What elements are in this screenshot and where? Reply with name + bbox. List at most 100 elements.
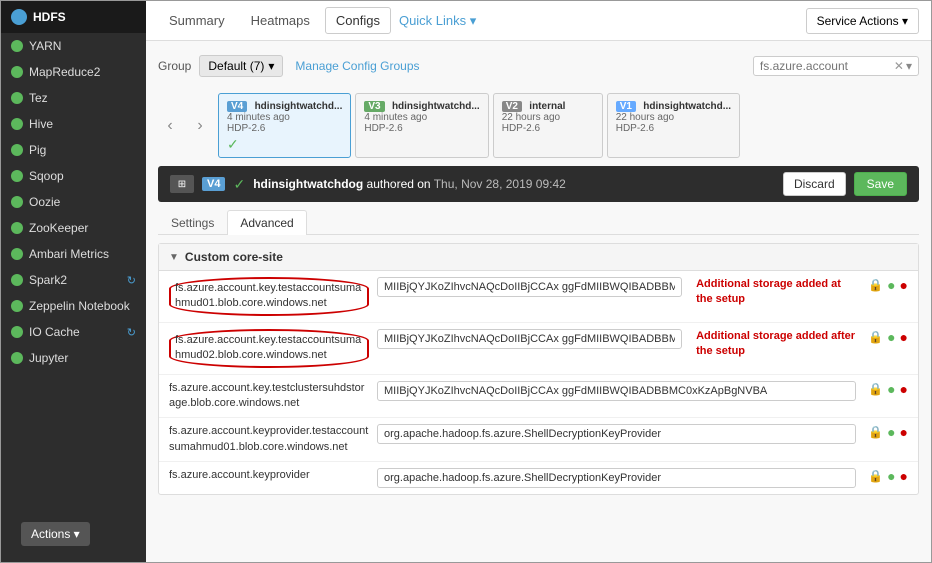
remove-icon[interactable]: ● <box>900 468 908 484</box>
search-clear-icon[interactable]: ✕ <box>894 59 904 73</box>
config-key: fs.azure.account.key.testaccountsumahmud… <box>169 329 369 368</box>
actions-button[interactable]: Actions ▾ <box>21 522 90 546</box>
version-name: hdinsightwatchd... <box>643 101 731 112</box>
sidebar-item-label: Sqoop <box>29 169 64 183</box>
group-select[interactable]: Default (7) ▾ <box>199 55 283 77</box>
service-actions-button[interactable]: Service Actions ▾ <box>806 8 919 34</box>
sidebar-header: HDFS <box>1 1 146 33</box>
sidebar-item-jupyter[interactable]: Jupyter <box>1 345 146 371</box>
sidebar-item-iocache[interactable]: IO Cache↻ <box>1 319 146 345</box>
sidebar-item-hive[interactable]: Hive <box>1 111 146 137</box>
config-row: fs.azure.account.keyprovider.testaccount… <box>159 418 918 462</box>
status-dot <box>11 92 23 104</box>
inner-tab-advanced[interactable]: Advanced <box>227 210 306 235</box>
version-name: hdinsightwatchd... <box>392 101 480 112</box>
status-dot <box>11 352 23 364</box>
lock-icon[interactable]: 🔒 <box>868 330 883 344</box>
search-input[interactable] <box>760 59 890 73</box>
sidebar-item-zeppelinnotebook[interactable]: Zeppelin Notebook <box>1 293 146 319</box>
section-header[interactable]: ▼ Custom core-site <box>159 244 918 271</box>
version-time: 4 minutes ago <box>364 112 479 123</box>
config-value-input[interactable] <box>377 277 682 297</box>
lock-icon[interactable]: 🔒 <box>868 382 883 396</box>
add-icon[interactable]: ● <box>887 468 895 484</box>
sidebar-item-mapreduce2[interactable]: MapReduce2 <box>1 59 146 85</box>
lock-icon[interactable]: 🔒 <box>868 469 883 483</box>
sidebar: HDFS YARN MapReduce2 Tez HivePig Sqoop Oozie Z… <box>1 1 146 562</box>
config-value-input[interactable] <box>377 468 856 488</box>
config-area: Group Default (7) ▾ Manage Config Groups… <box>146 41 931 562</box>
sidebar-item-label: ZooKeeper <box>29 221 88 235</box>
discard-button[interactable]: Discard <box>783 172 846 196</box>
lock-icon[interactable]: 🔒 <box>868 278 883 292</box>
prev-version-arrow[interactable]: ‹ <box>158 114 182 138</box>
config-value-input[interactable] <box>377 329 682 349</box>
refresh-icon[interactable]: ↻ <box>127 326 136 339</box>
config-actions: 🔒 ● ● <box>868 424 908 440</box>
search-dropdown-icon[interactable]: ▾ <box>906 59 912 73</box>
status-dot <box>11 274 23 286</box>
sidebar-item-sqoop[interactable]: Sqoop <box>1 163 146 189</box>
version-card-v2[interactable]: V2 internal 22 hours ago HDP-2.6 <box>493 93 603 158</box>
nav-tab-configs[interactable]: Configs <box>325 7 391 34</box>
config-value-input[interactable] <box>377 381 856 401</box>
sidebar-item-yarn[interactable]: YARN <box>1 33 146 59</box>
sidebar-item-zookeeper[interactable]: ZooKeeper <box>1 215 146 241</box>
sidebar-item-label: Tez <box>29 91 48 105</box>
add-icon[interactable]: ● <box>887 424 895 440</box>
sidebar-item-spark2[interactable]: Spark2↻ <box>1 267 146 293</box>
nav-tab-summary[interactable]: Summary <box>158 7 236 34</box>
version-card-v4[interactable]: V4 hdinsightwatchd... 4 minutes ago HDP-… <box>218 93 351 158</box>
config-value-input[interactable] <box>377 424 856 444</box>
version-cards: V4 hdinsightwatchd... 4 minutes ago HDP-… <box>218 93 740 158</box>
sidebar-item-pig[interactable]: Pig <box>1 137 146 163</box>
manage-config-groups-link[interactable]: Manage Config Groups <box>295 59 419 73</box>
sidebar-item-oozie[interactable]: Oozie <box>1 189 146 215</box>
version-time: 22 hours ago <box>616 112 731 123</box>
config-row: fs.azure.account.key.testclustersuhdstor… <box>159 375 918 419</box>
sidebar-item-label: MapReduce2 <box>29 65 100 79</box>
remove-icon[interactable]: ● <box>900 329 908 345</box>
version-checkmark: ✓ <box>227 136 342 153</box>
nav-tab-heatmaps[interactable]: Heatmaps <box>240 7 321 34</box>
next-version-arrow[interactable]: › <box>188 114 212 138</box>
sidebar-item-label: Jupyter <box>29 351 68 365</box>
sidebar-item-ambarimetrics[interactable]: Ambari Metrics <box>1 241 146 267</box>
version-name: internal <box>529 101 565 112</box>
group-dropdown-icon: ▾ <box>268 59 274 73</box>
config-key: fs.azure.account.keyprovider <box>169 468 369 483</box>
remove-icon[interactable]: ● <box>900 277 908 293</box>
version-hdp: HDP-2.6 <box>616 123 731 134</box>
version-badge: V3 <box>364 101 384 112</box>
sidebar-item-tez[interactable]: Tez <box>1 85 146 111</box>
save-button[interactable]: Save <box>854 172 907 196</box>
remove-icon[interactable]: ● <box>900 424 908 440</box>
version-badge: V4 <box>227 101 247 112</box>
lock-icon[interactable]: 🔒 <box>868 425 883 439</box>
version-icon[interactable]: ⊞ <box>170 175 194 193</box>
version-card-v3[interactable]: V3 hdinsightwatchd... 4 minutes ago HDP-… <box>355 93 488 158</box>
config-value <box>377 424 856 444</box>
top-nav: SummaryHeatmapsConfigs Quick Links ▾ Ser… <box>146 1 931 41</box>
config-row: fs.azure.account.keyprovider 🔒 ● ● <box>159 462 918 494</box>
remove-icon[interactable]: ● <box>900 381 908 397</box>
config-value <box>377 381 856 401</box>
status-dot <box>11 144 23 156</box>
version-card-v1[interactable]: V1 hdinsightwatchd... 22 hours ago HDP-2… <box>607 93 740 158</box>
status-dot <box>11 300 23 312</box>
main-content: SummaryHeatmapsConfigs Quick Links ▾ Ser… <box>146 1 931 562</box>
add-icon[interactable]: ● <box>887 329 895 345</box>
status-dot <box>11 248 23 260</box>
refresh-icon[interactable]: ↻ <box>127 274 136 287</box>
add-icon[interactable]: ● <box>887 381 895 397</box>
version-hdp: HDP-2.6 <box>227 123 342 134</box>
add-icon[interactable]: ● <box>887 277 895 293</box>
sidebar-title: HDFS <box>33 10 66 24</box>
section-title: Custom core-site <box>185 250 283 264</box>
inner-tab-settings[interactable]: Settings <box>158 210 227 235</box>
config-key: fs.azure.account.keyprovider.testaccount… <box>169 424 369 455</box>
version-badge: V2 <box>502 101 522 112</box>
version-bar: ‹ › V4 hdinsightwatchd... 4 minutes ago … <box>158 93 919 158</box>
quick-links[interactable]: Quick Links ▾ <box>399 13 476 29</box>
config-value <box>377 277 682 297</box>
